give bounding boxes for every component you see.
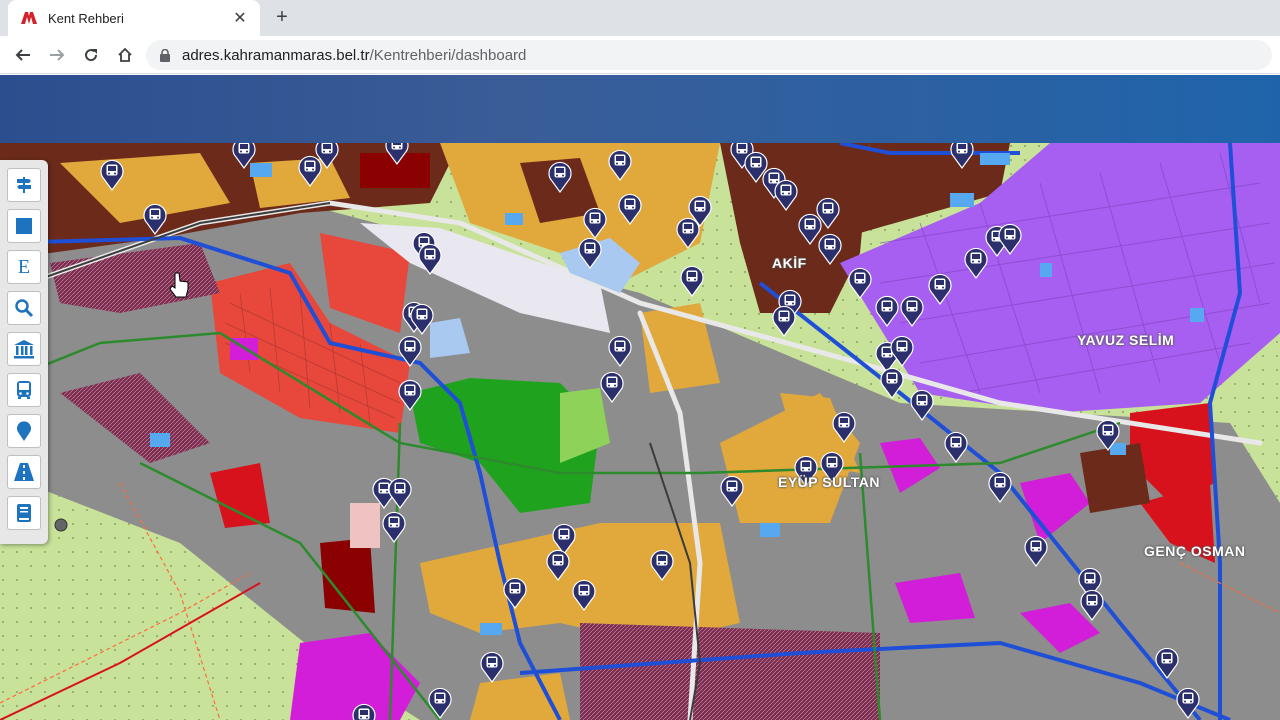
back-button[interactable] [6, 38, 40, 72]
lock-icon [160, 48, 170, 62]
bus-icon [17, 381, 31, 399]
tool-layer-button[interactable] [7, 209, 41, 243]
tool-institutions-button[interactable] [7, 332, 41, 366]
browser-tab-bar: Kent Rehberi ✕ + [0, 0, 1280, 36]
tool-e-button[interactable]: E [7, 250, 41, 284]
city-map[interactable]: AKİF YAVUZ SELİM EYÜP SULTAN GENÇ OSMAN [0, 143, 1280, 720]
tool-search-button[interactable] [7, 291, 41, 325]
map-canvas[interactable] [0, 143, 1280, 720]
url-domain: adres.kahramanmaras.bel.tr [182, 46, 370, 64]
tool-location-button[interactable] [7, 414, 41, 448]
reload-button[interactable] [74, 38, 108, 72]
browser-tab[interactable]: Kent Rehberi ✕ [8, 0, 260, 36]
forward-button[interactable] [40, 38, 74, 72]
bank-icon [14, 340, 34, 359]
tool-book-button[interactable] [7, 496, 41, 530]
arrow-left-icon [15, 48, 30, 61]
home-button[interactable] [108, 38, 142, 72]
tool-road-button[interactable] [7, 455, 41, 489]
home-icon [118, 47, 132, 62]
new-tab-button[interactable]: + [270, 6, 294, 30]
district-label-eyup-sultan: EYÜP SULTAN [778, 474, 880, 490]
tool-directions-button[interactable] [7, 168, 41, 202]
district-label-genc-osman: GENÇ OSMAN [1144, 543, 1246, 559]
tab-title: Kent Rehberi [48, 10, 124, 26]
browser-toolbar: adres.kahramanmaras.bel.tr/Kentrehberi/d… [0, 36, 1280, 74]
district-label-yavuz-selim: YAVUZ SELİM [1077, 332, 1175, 348]
url-text: adres.kahramanmaras.bel.tr/Kentrehberi/d… [182, 47, 526, 64]
signpost-icon [17, 177, 31, 193]
search-icon [15, 299, 34, 318]
site-logo-icon [20, 11, 38, 25]
road-icon [14, 463, 34, 481]
map-tools-sidebar: E [0, 160, 48, 544]
book-icon [17, 504, 31, 522]
letter-e-icon: E [17, 255, 31, 278]
district-label-akif: AKİF [772, 255, 807, 271]
close-icon[interactable]: ✕ [230, 8, 250, 28]
site-header-bar [0, 75, 1280, 143]
map-marker-icon [54, 518, 68, 532]
reload-icon [85, 48, 98, 61]
location-pin-icon [17, 421, 31, 441]
square-icon [16, 218, 32, 234]
url-path: /Kentrehberi/dashboard [369, 46, 527, 64]
arrow-right-icon [50, 48, 65, 61]
tool-bus-button[interactable] [7, 373, 41, 407]
address-bar[interactable]: adres.kahramanmaras.bel.tr/Kentrehberi/d… [146, 40, 1272, 70]
